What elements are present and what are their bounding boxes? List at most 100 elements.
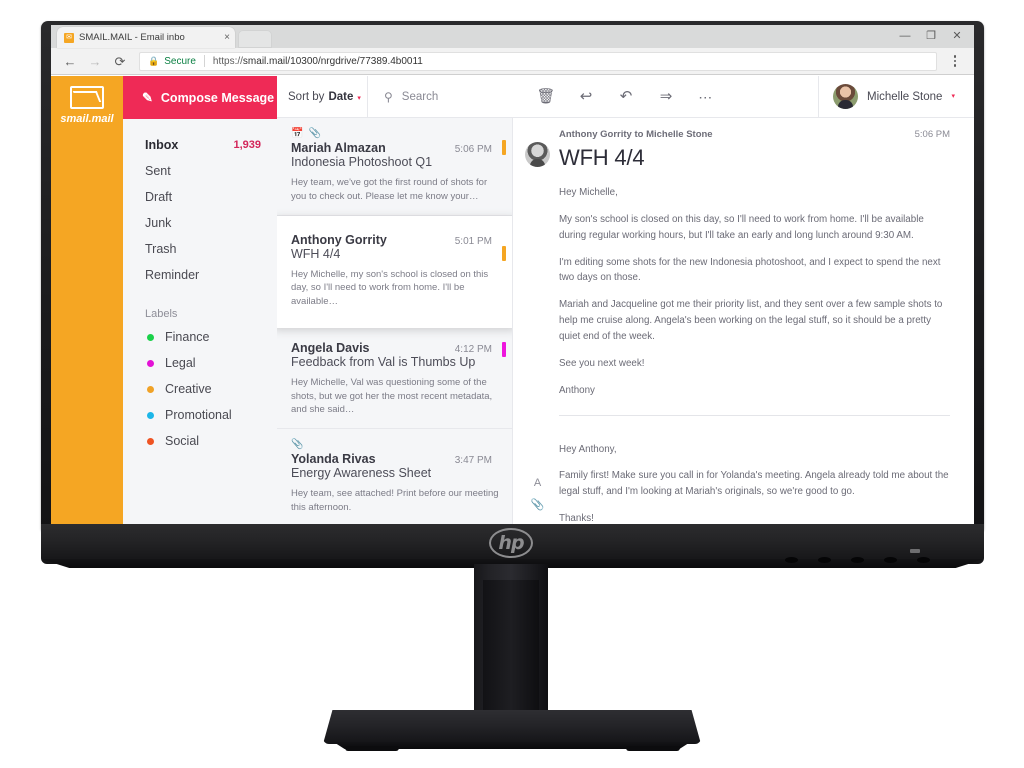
forward-icon[interactable]: → [84,50,106,72]
list-item-preview: Hey team, see attached! Print before our… [291,488,499,513]
label-dot-icon [147,437,154,445]
browser-tabstrip: ✉ SMAIL.MAIL - Email inbo × — ❐ ✕ [51,25,974,48]
compose-label: Compose Message [160,90,275,105]
sidebar-item-label: Inbox [145,138,179,152]
sidebar-label-finance[interactable]: Finance [123,324,277,350]
reply-icon[interactable]: ↩ [577,88,595,106]
sidebar-item-draft[interactable]: Draft [123,184,277,210]
label-text: Finance [165,330,210,344]
sidebar-item-sent[interactable]: Sent [123,158,277,184]
power-led-indicator [910,549,920,553]
reply-paragraph: Thanks! [559,513,594,524]
label-dot-icon [147,333,154,341]
search-placeholder: Search [401,90,439,103]
close-icon[interactable]: × [224,32,230,43]
message-paragraph: Mariah and Jacqueline got me their prior… [559,299,943,343]
list-item-time: 5:01 PM [454,235,492,247]
chevron-down-icon: ▾ [951,93,955,100]
label-list: Finance Legal Creative Promotional Socia… [123,324,277,454]
sidebar-item-label: Junk [145,216,172,230]
font-format-icon[interactable]: A [534,477,541,489]
browser-tab[interactable]: ✉ SMAIL.MAIL - Email inbo × [57,27,235,48]
hp-logo: hp [489,528,533,558]
message-paragraph: My son's school is closed on this day, s… [559,213,924,241]
restore-button[interactable]: ❐ [918,27,944,45]
osd-button[interactable] [884,557,897,563]
sort-by-value: Date [328,90,354,103]
label-dot-icon [147,359,154,367]
avatar [833,84,858,109]
kebab-menu-icon[interactable] [944,50,966,72]
sort-by-label: Sort by [288,90,325,103]
message-paragraph: I'm editing some shots for the new Indon… [559,256,941,284]
list-item[interactable]: 📅 📎 Mariah Almazan 5:06 PM Indonesia Pho… [277,118,512,216]
message-body: Anthony Gorrity to Michelle Stone 5:06 P… [513,118,974,524]
sidebar-item-label: Trash [145,242,177,256]
message-text: Hey Michelle, My son's school is closed … [513,171,974,399]
osd-button[interactable] [818,557,831,563]
list-item-label-strip [502,140,506,155]
labels-heading: Labels [145,308,178,320]
paperclip-icon: 📎 [291,438,304,450]
monitor-stand-neck-inner [483,580,539,718]
osd-button[interactable] [785,557,798,563]
reply-tools: A 📎 [525,477,550,524]
reply-composer[interactable]: A 📎 Hey Anthony, Family first! Make sure… [513,416,974,524]
sidebar-item-trash[interactable]: Trash [123,236,277,262]
trash-icon[interactable]: 🗑 [536,88,555,106]
sidebar-item-junk[interactable]: Junk [123,210,277,236]
reload-icon[interactable]: ⟳ [109,50,131,72]
monitor-stand-foot [626,746,680,751]
list-item-sender: Yolanda Rivas [291,452,376,467]
mail-app: smail.mail ✎ Compose Message Inbox 1,939 [51,76,974,524]
osd-power-button[interactable] [917,557,930,563]
minimize-button[interactable]: — [892,27,918,45]
sidebar-item-label: Draft [145,190,173,204]
osd-buttons[interactable] [785,557,930,565]
list-item-time: 4:12 PM [454,343,492,355]
browser-window: ✉ SMAIL.MAIL - Email inbo × — ❐ ✕ ← → ⟳ … [51,25,974,524]
list-item-icons: 📎 [291,438,500,451]
sidebar-item-inbox[interactable]: Inbox 1,939 [123,132,277,158]
list-item-sender: Mariah Almazan [291,141,386,155]
new-tab-button[interactable] [238,30,272,48]
list-item-time: 3:47 PM [454,455,492,467]
sort-by-dropdown[interactable]: Sort by Date ▾ [277,91,367,103]
list-item[interactable]: Anthony Gorrity 5:01 PM WFH 4/4 Hey Mich… [277,215,512,328]
osd-button[interactable] [851,557,864,563]
list-item-preview: Hey team, we've got the first round of s… [291,177,488,202]
sidebar-label-legal[interactable]: Legal [123,350,277,376]
list-item[interactable]: Angela Davis 4:12 PM Feedback from Val i… [277,327,512,430]
attach-paperclip-icon[interactable]: 📎 [531,499,545,511]
envelope-icon [70,86,104,109]
message-list[interactable]: 📅 📎 Mariah Almazan 5:06 PM Indonesia Pho… [277,118,513,524]
list-item-icons: 📅 📎 [291,127,500,140]
mail-favicon: ✉ [64,32,74,43]
list-item-sender: Angela Davis [291,340,370,355]
sidebar-label-creative[interactable]: Creative [123,376,277,402]
list-item-label-strip [502,341,506,357]
list-item-subject: WFH 4/4 [291,246,341,261]
list-item-label-strip [502,245,506,261]
sidebar-item-reminder[interactable]: Reminder [123,262,277,288]
user-name: Michelle Stone [867,90,943,103]
more-dots-icon[interactable]: ⋯ [697,88,715,106]
reply-all-icon[interactable]: ↶ [617,88,635,106]
reply-text[interactable]: Hey Anthony, Family first! Make sure you… [559,442,950,524]
back-icon[interactable]: ← [59,50,81,72]
sidebar-label-promotional[interactable]: Promotional [123,402,277,428]
user-menu[interactable]: Michelle Stone ▾ [818,76,974,117]
reply-paragraph: Hey Anthony, [559,443,617,455]
search-box[interactable]: ⚲ Search [367,76,513,117]
sidebar-item-label: Sent [145,164,171,178]
label-dot-icon [147,411,154,419]
message-from: Anthony Gorrity to Michelle Stone [559,129,713,140]
address-bar[interactable]: 🔒 Secure https://smail.mail/10300/nrgdri… [139,51,937,71]
close-window-button[interactable]: ✕ [944,27,970,45]
url-text: https://smail.mail/10300/nrgdrive/77389.… [212,55,423,67]
sidebar-label-social[interactable]: Social [123,428,277,454]
chevron-down-icon: ▾ [357,94,361,102]
forward-icon[interactable]: ⇒ [657,88,675,106]
list-item[interactable]: 📎 Yolanda Rivas 3:47 PM Energy Awareness… [277,429,512,524]
compose-message-button[interactable]: ✎ Compose Message [123,76,277,119]
